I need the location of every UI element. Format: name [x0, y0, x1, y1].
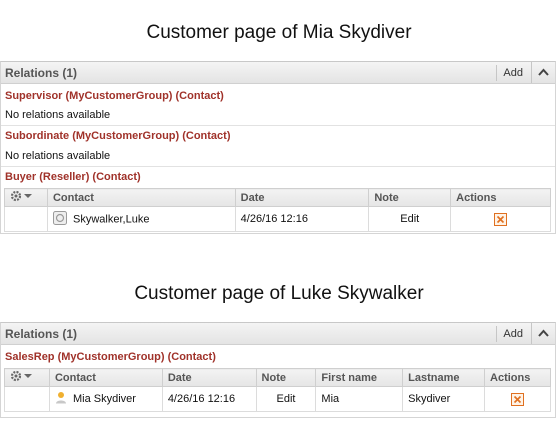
column-header-note[interactable]: Note [368, 188, 452, 207]
delete-icon[interactable] [511, 392, 525, 406]
supervisor-heading[interactable]: Supervisor (MyCustomerGroup) (Contact) [5, 90, 224, 102]
salesrep-table: Contact Date Note First name Lastname Ac… [4, 368, 551, 412]
buyer-heading[interactable]: Buyer (Reseller) (Contact) [5, 171, 141, 183]
row-spacer-cell [4, 206, 48, 232]
add-button[interactable]: Add [496, 65, 527, 81]
divider [1, 166, 555, 167]
table-header-row: Contact Date Note Actions [4, 188, 551, 207]
delete-icon[interactable] [494, 212, 508, 226]
column-settings[interactable] [4, 368, 50, 387]
salesrep-heading[interactable]: SalesRep (MyCustomerGroup) (Contact) [5, 351, 216, 363]
panel-header: Relations (1) Add [1, 62, 555, 84]
contact-name-link[interactable]: Skywalker,Luke [73, 213, 149, 225]
caption-luke-page: Customer page of Luke Skywalker [134, 283, 424, 304]
table-row: Skywalker,Luke 4/26/16 12:16 Edit [4, 206, 551, 232]
table-header-row: Contact Date Note First name Lastname Ac… [4, 368, 551, 387]
lastname-cell: Skydiver [402, 386, 486, 412]
actions-cell [450, 206, 551, 232]
subordinate-heading[interactable]: Subordinate (MyCustomerGroup) (Contact) [5, 130, 231, 142]
subordinate-empty-text: No relations available [5, 150, 111, 162]
column-header-date[interactable]: Date [161, 368, 257, 387]
buyer-table: Contact Date Note Actions Skywalker,Luke… [4, 188, 551, 232]
row-spacer-cell [4, 386, 50, 412]
contact-cell: Skywalker,Luke [46, 206, 236, 232]
column-header-actions: Actions [484, 368, 551, 387]
person-icon [55, 391, 67, 407]
panel-header: Relations (1) Add [1, 323, 555, 345]
supervisor-empty-text: No relations available [5, 109, 111, 121]
column-header-note[interactable]: Note [255, 368, 317, 387]
contact-cell: Mia Skydiver [48, 386, 163, 412]
first-name-cell: Mia [315, 386, 404, 412]
column-settings[interactable] [4, 188, 48, 207]
date-cell: 4/26/16 12:16 [161, 386, 257, 412]
collapse-icon[interactable] [531, 62, 555, 83]
relations-panel-mia: Relations (1) Add Supervisor (MyCustomer… [0, 61, 556, 234]
actions-cell [484, 386, 551, 412]
column-header-actions: Actions [450, 188, 551, 207]
gear-icon[interactable] [10, 190, 34, 205]
panel-title: Relations (1) [5, 66, 78, 80]
collapse-icon[interactable] [531, 323, 555, 344]
contact-card-icon [52, 210, 67, 228]
column-header-contact[interactable]: Contact [48, 368, 163, 387]
column-header-contact[interactable]: Contact [46, 188, 236, 207]
note-edit-link[interactable]: Edit [368, 206, 452, 232]
divider [1, 125, 555, 126]
column-header-first-name[interactable]: First name [315, 368, 404, 387]
column-header-lastname[interactable]: Lastname [402, 368, 486, 387]
note-edit-link[interactable]: Edit [255, 386, 317, 412]
contact-name-link[interactable]: Mia Skydiver [73, 393, 136, 405]
caption-mia-page: Customer page of Mia Skydiver [146, 22, 412, 43]
panel-title: Relations (1) [5, 327, 78, 341]
column-header-date[interactable]: Date [234, 188, 370, 207]
add-button[interactable]: Add [496, 326, 527, 342]
table-row: Mia Skydiver 4/26/16 12:16 Edit Mia Skyd… [4, 386, 551, 412]
gear-icon[interactable] [10, 370, 34, 385]
date-cell: 4/26/16 12:16 [234, 206, 370, 232]
relations-panel-luke: Relations (1) Add SalesRep (MyCustomerGr… [0, 322, 556, 418]
